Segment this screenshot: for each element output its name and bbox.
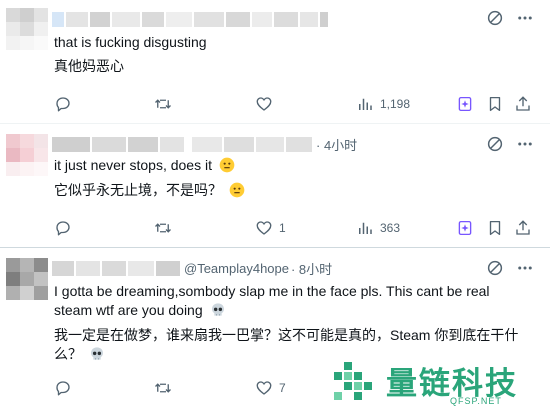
share-button[interactable] xyxy=(514,94,532,114)
tweet-translation-line: 么？ xyxy=(54,345,105,364)
heart-icon xyxy=(255,379,273,397)
tweet-text: it just never stops, does it xyxy=(54,157,212,173)
more-icon[interactable] xyxy=(516,259,534,277)
slash-circle-icon[interactable] xyxy=(486,259,504,277)
tweet-translation-line: 它似乎永无止境，不是吗？ xyxy=(54,181,245,200)
neutral-face-emoji-icon xyxy=(229,182,245,198)
tweet-time[interactable]: · 8小时 xyxy=(291,259,332,278)
like-button[interactable]: 7 xyxy=(255,378,286,398)
tweet-handle[interactable]: @Teamplay4hope xyxy=(184,261,289,276)
watermark-logo: 量链科技 QFSP.NET xyxy=(328,356,548,408)
more-icon[interactable] xyxy=(516,9,534,27)
reply-button[interactable] xyxy=(54,378,78,398)
share-button[interactable] xyxy=(514,218,532,238)
tweet-text-line: it just never stops, does it xyxy=(54,156,235,175)
tweet-text: steam wtf are you doing xyxy=(54,302,203,318)
slash-circle-icon[interactable] xyxy=(486,9,504,27)
retweet-icon xyxy=(154,219,172,237)
slash-circle-icon[interactable] xyxy=(486,135,504,153)
bookmark-icon xyxy=(486,219,504,237)
tweet-header xyxy=(52,9,330,29)
bookmark-button[interactable] xyxy=(486,218,504,238)
grok-icon xyxy=(456,95,474,113)
grok-button[interactable] xyxy=(456,94,474,114)
tweet-actions: 1 363 xyxy=(54,218,536,238)
like-button[interactable] xyxy=(255,94,279,114)
reply-icon xyxy=(54,95,72,113)
tweet-text-line: steam wtf are you doing xyxy=(54,301,226,320)
reply-button[interactable] xyxy=(54,94,78,114)
reply-icon xyxy=(54,379,72,397)
neutral-face-emoji-icon xyxy=(219,157,235,173)
watermark-url: QFSP.NET xyxy=(450,396,502,406)
skull-emoji-icon xyxy=(90,347,103,360)
blurred-display-name xyxy=(52,11,64,27)
retweet-button[interactable] xyxy=(154,218,178,238)
retweet-icon xyxy=(154,379,172,397)
views-count: 1,198 xyxy=(380,97,411,111)
like-count: 1 xyxy=(279,221,286,235)
tweet-translation: 我一定是在做梦，谁来扇我一巴掌？这不可能是真的，Steam 你到底在干什 xyxy=(54,327,519,343)
avatar[interactable] xyxy=(6,8,48,50)
bookmark-icon xyxy=(486,95,504,113)
tweet-header: @Teamplay4hope · 8小时 xyxy=(52,258,332,278)
reply-button[interactable] xyxy=(54,218,78,238)
heart-icon xyxy=(255,219,273,237)
tweet-translation: 真他妈恶心 xyxy=(54,58,124,74)
bookmark-button[interactable] xyxy=(486,94,504,114)
views-button[interactable]: 1,198 xyxy=(356,94,410,114)
share-icon xyxy=(514,95,532,113)
tweet-header: · 4小时 xyxy=(52,134,357,154)
grok-icon xyxy=(456,219,474,237)
grok-button[interactable] xyxy=(456,218,474,238)
tweet-text: that is fucking disgusting xyxy=(54,34,207,50)
tweet-reply[interactable]: that is fucking disgusting 真他妈恶心 1,198 xyxy=(0,0,550,124)
skull-emoji-icon xyxy=(211,303,224,316)
views-count: 363 xyxy=(380,221,401,235)
like-count: 7 xyxy=(279,381,286,395)
blurred-display-name xyxy=(52,136,90,152)
analytics-icon xyxy=(356,95,374,113)
tweet-text: I gotta be dreaming,sombody slap me in t… xyxy=(54,283,490,299)
more-icon[interactable] xyxy=(516,135,534,153)
watermark-emblem-icon xyxy=(334,362,372,400)
tweet-translation: 么？ xyxy=(54,346,82,362)
share-icon xyxy=(514,219,532,237)
tweet-translation: 它似乎永无止境，不是吗？ xyxy=(54,182,222,198)
avatar[interactable] xyxy=(6,134,48,176)
retweet-button[interactable] xyxy=(154,378,178,398)
avatar[interactable] xyxy=(6,258,48,300)
tweet-reply[interactable]: · 4小时 it just never stops, does it 它似乎永无… xyxy=(0,124,550,248)
blurred-display-name xyxy=(52,260,74,276)
like-button[interactable]: 1 xyxy=(255,218,286,238)
tweet-actions: 1,198 xyxy=(54,94,536,114)
retweet-button[interactable] xyxy=(154,94,178,114)
retweet-icon xyxy=(154,95,172,113)
analytics-icon xyxy=(356,219,374,237)
views-button[interactable]: 363 xyxy=(356,218,400,238)
tweet-time[interactable]: · 4小时 xyxy=(316,135,357,154)
reply-icon xyxy=(54,219,72,237)
heart-icon xyxy=(255,95,273,113)
